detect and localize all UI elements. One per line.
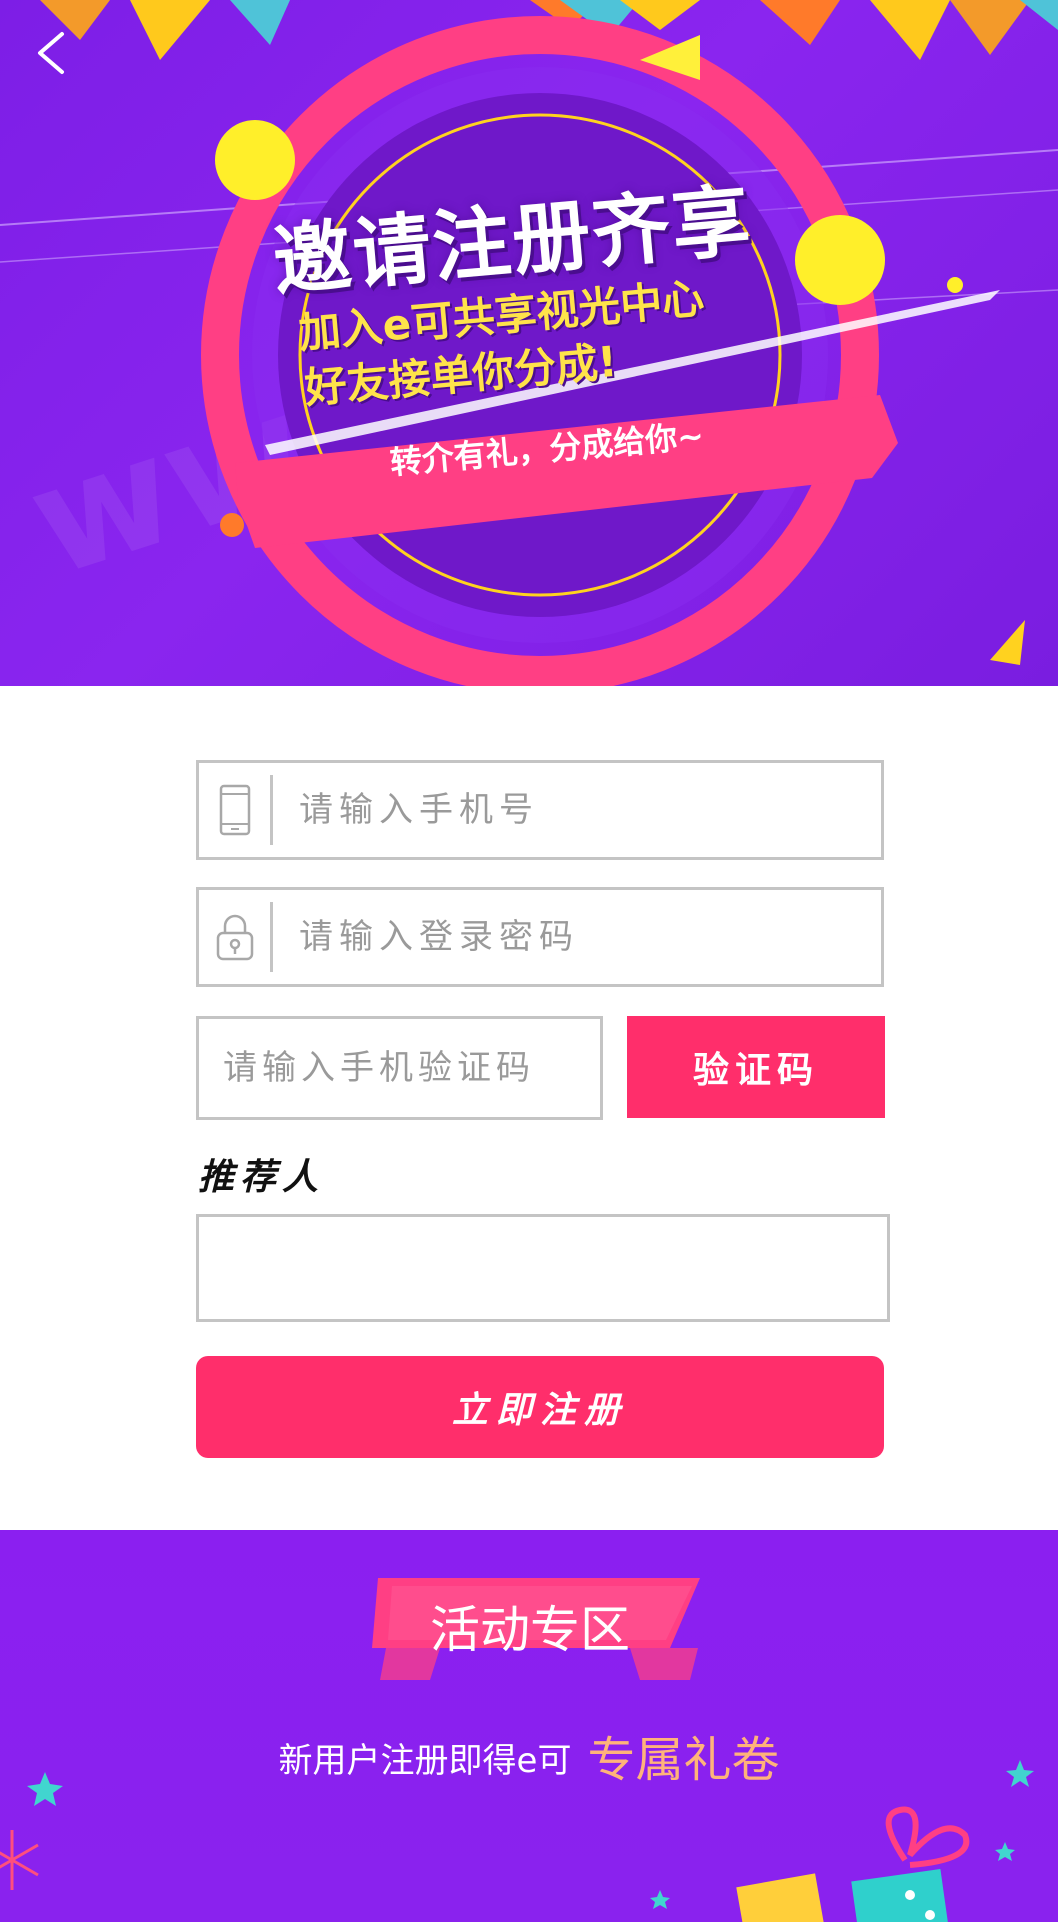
phone-field xyxy=(196,760,884,860)
phone-input[interactable] xyxy=(273,763,881,857)
back-button[interactable] xyxy=(28,28,78,78)
register-form: 验证码 推荐人 立即注册 xyxy=(0,686,1058,1530)
password-input[interactable] xyxy=(273,890,881,984)
phone-icon-box xyxy=(199,775,273,845)
chevron-left-icon xyxy=(38,32,64,74)
mobile-phone-icon xyxy=(219,784,250,836)
activity-description: 新用户注册即得e可 专属礼卷 xyxy=(0,1720,1058,1790)
activity-zone: 活动专区 新用户注册即得e可 专属礼卷 xyxy=(0,1530,1058,1922)
register-button[interactable]: 立即注册 xyxy=(196,1356,884,1458)
password-icon-box xyxy=(199,902,273,972)
referrer-input[interactable] xyxy=(199,1217,887,1319)
get-verification-code-button[interactable]: 验证码 xyxy=(627,1016,885,1118)
referrer-label: 推荐人 xyxy=(198,1156,325,1198)
verification-code-input[interactable] xyxy=(199,1019,600,1117)
activity-desc-highlight: 专属礼卷 xyxy=(587,1732,780,1788)
hero-banner: www.wsd xyxy=(0,0,1058,686)
password-field xyxy=(196,887,884,987)
verification-code-field xyxy=(196,1016,603,1120)
activity-desc-plain: 新用户注册即得e可 xyxy=(278,1741,572,1781)
referrer-field xyxy=(196,1214,890,1322)
lock-icon xyxy=(216,914,253,961)
activity-title: 活动专区 xyxy=(430,1601,630,1659)
